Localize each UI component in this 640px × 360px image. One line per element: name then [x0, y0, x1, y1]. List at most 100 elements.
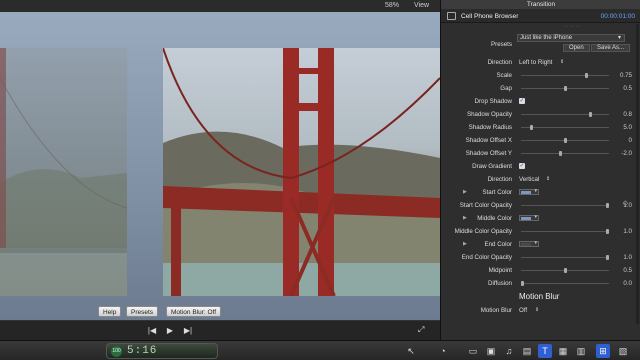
previous-edit-button[interactable]: |◀ — [146, 325, 158, 336]
drop-shadow-label: Drop Shadow — [474, 98, 513, 105]
effects-icon[interactable]: ▧ — [616, 344, 630, 358]
disclosure-triangle-icon[interactable]: ▶ — [463, 189, 467, 195]
slider-knob[interactable] — [584, 73, 588, 78]
gradient-direction-select[interactable]: Vertical — [519, 176, 539, 183]
incoming-clip-panel — [163, 48, 440, 296]
scale-value[interactable]: 0.75 — [620, 72, 632, 79]
shadow-offset-x-label: Shadow Offset X — [465, 137, 512, 144]
titles-icon[interactable]: T — [538, 344, 552, 358]
shadow-opacity-slider[interactable] — [521, 112, 609, 117]
shadow-radius-value[interactable]: 5.0 — [623, 124, 632, 131]
shadow-offset-x-value[interactable]: 0 — [629, 137, 632, 144]
preset-value: Just like the iPhone — [520, 35, 573, 41]
slider-knob[interactable] — [606, 203, 609, 208]
midpoint-value[interactable]: 0.5 — [623, 267, 632, 274]
next-edit-button[interactable]: ▶| — [182, 325, 194, 336]
inspector-tab-transition[interactable]: Transition — [441, 0, 640, 9]
shadow-offset-y-slider[interactable] — [521, 151, 609, 156]
slider-knob[interactable] — [563, 268, 567, 273]
bottom-toolbar: 100 5:16 ↖ ◔ ▭ ▣ ♫ ▤ T ▦ ▥ ⊞ ▧ — [0, 340, 640, 360]
end-color-opacity-slider[interactable] — [521, 255, 609, 260]
transitions-browser-icon[interactable]: ▤ — [520, 344, 534, 358]
view-menu[interactable]: View — [414, 2, 429, 9]
shadow-offset-y-label: Shadow Offset Y — [465, 150, 512, 157]
disclosure-triangle-icon[interactable]: ▶ — [463, 215, 467, 221]
end-color-well[interactable]: ▾ — [519, 240, 539, 247]
chevron-down-icon: ▾ — [617, 35, 621, 41]
chevron-down-icon: ▾ — [534, 214, 537, 220]
fullscreen-icon[interactable]: ⤢ — [418, 325, 430, 336]
slider-knob[interactable] — [589, 112, 592, 117]
dashboard-timecode[interactable]: 100 5:16 — [106, 343, 218, 359]
diffusion-slider[interactable] — [521, 281, 609, 286]
midpoint-slider[interactable] — [521, 268, 609, 273]
resize-handle-icon[interactable]: · · · — [565, 24, 579, 30]
open-button[interactable]: Open — [563, 44, 590, 52]
start-color-opacity-label: Start Color Opacity — [459, 202, 512, 209]
start-color-well[interactable]: ▾ — [519, 188, 539, 195]
timecode-display: 5:16 — [127, 345, 158, 357]
inspector-scrollbar[interactable] — [636, 24, 639, 324]
diffusion-value[interactable]: 0.0 — [623, 280, 632, 287]
camera-icon[interactable]: ▣ — [484, 344, 498, 358]
slider-knob[interactable] — [606, 229, 609, 234]
viewer: 58% View Help Presets Motion Blur: Off |… — [0, 0, 440, 340]
gradient-direction-label: Direction — [487, 176, 512, 183]
motion-blur-button[interactable]: Motion Blur: Off — [166, 306, 222, 317]
slider-knob[interactable] — [606, 255, 609, 260]
inspector-header: Cell Phone Browser 00:00:01:00 — [441, 9, 640, 23]
slider-knob[interactable] — [521, 281, 524, 286]
start-color-opacity-value[interactable]: 1.0 — [623, 202, 632, 209]
shadow-offset-y-value[interactable]: -2.0 — [621, 150, 632, 157]
chevron-down-icon: ▾ — [534, 240, 537, 246]
middle-color-opacity-value[interactable]: 1.0 — [623, 228, 632, 235]
chevron-down-icon: ▾ — [534, 188, 537, 194]
shadow-opacity-value[interactable]: 0.8 — [623, 111, 632, 118]
middle-color-opacity-label: Middle Color Opacity — [454, 228, 512, 235]
motion-blur-section-title: Motion Blur — [519, 292, 560, 301]
shadow-offset-x-slider[interactable] — [521, 138, 609, 143]
generators-icon[interactable]: ▦ — [556, 344, 570, 358]
chevron-updown-icon: ⇕ — [560, 59, 565, 65]
play-button[interactable]: ▶ — [164, 325, 176, 336]
preset-select[interactable]: Just like the iPhone ▾ — [517, 34, 625, 42]
faded-bridge-image — [0, 48, 128, 296]
retime-icon[interactable]: ◔ — [436, 344, 450, 358]
music-icon[interactable]: ♫ — [502, 344, 516, 358]
slider-knob[interactable] — [529, 125, 533, 130]
themes-icon[interactable]: ▥ — [574, 344, 588, 358]
slider-knob[interactable] — [563, 86, 567, 91]
enhancements-icon[interactable]: ▭ — [466, 344, 480, 358]
transition-duration[interactable]: 00:00:01:00 — [601, 13, 635, 20]
draw-gradient-checkbox[interactable]: ✓ — [519, 163, 525, 169]
draw-gradient-label: Draw Gradient — [472, 163, 512, 170]
drop-shadow-checkbox[interactable]: ✓ — [519, 98, 525, 104]
direction-select[interactable]: Left to Right — [519, 59, 552, 66]
presets-button[interactable]: Presets — [126, 306, 159, 317]
chevron-updown-icon: ⇕ — [546, 176, 551, 182]
shadow-radius-slider[interactable] — [521, 125, 609, 130]
disclosure-triangle-icon[interactable]: ▶ — [463, 241, 467, 247]
color-chip — [521, 243, 531, 246]
select-tool-icon[interactable]: ↖ — [404, 344, 418, 358]
middle-color-well[interactable]: ▾ — [519, 214, 539, 221]
help-button[interactable]: Help — [98, 306, 122, 317]
scale-slider[interactable] — [521, 73, 609, 78]
save-as-button[interactable]: Save As... — [591, 44, 631, 52]
viewer-top-bar: 58% View — [0, 0, 440, 12]
scale-label: Scale — [496, 72, 512, 79]
middle-color-opacity-slider[interactable] — [521, 229, 609, 234]
slider-knob[interactable] — [559, 151, 563, 156]
midpoint-label: Midpoint — [488, 267, 512, 274]
inspector-toggle-icon[interactable]: ⊞ — [596, 344, 610, 358]
presets-label: Presets — [491, 41, 512, 48]
color-chip — [521, 191, 531, 194]
zoom-menu[interactable]: 58% — [385, 2, 399, 9]
diffusion-label: Diffusion — [488, 280, 512, 287]
end-color-opacity-value[interactable]: 1.0 — [623, 254, 632, 261]
start-color-opacity-slider[interactable] — [521, 203, 609, 208]
gap-slider[interactable] — [521, 86, 609, 91]
gap-value[interactable]: 0.5 — [623, 85, 632, 92]
motion-blur-select[interactable]: Off — [519, 307, 527, 314]
slider-knob[interactable] — [563, 138, 567, 143]
